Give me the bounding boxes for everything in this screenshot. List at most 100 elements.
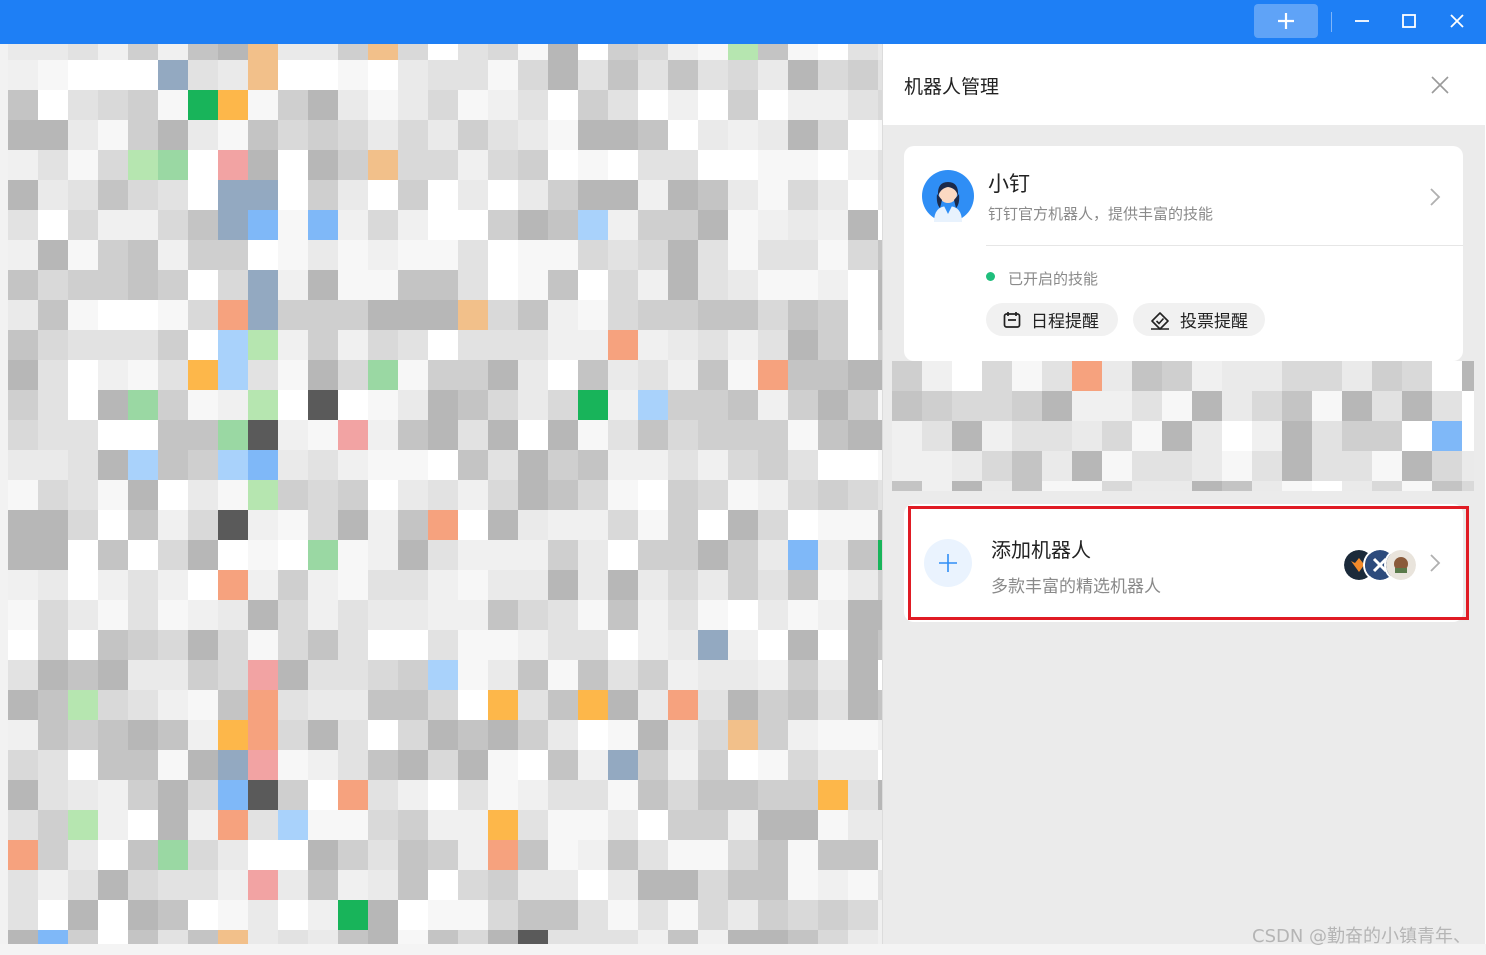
mosaic-block [1402,421,1432,451]
mosaic-block [848,480,878,510]
mosaic-block [488,660,518,690]
mosaic-block [608,390,638,420]
mosaic-block [218,150,248,180]
mosaic-block [278,510,308,540]
mosaic-block [338,480,368,510]
mosaic-block [338,90,368,120]
mosaic-block [158,780,188,810]
skill-chip-vote[interactable]: 投票提醒 [1133,303,1265,336]
mosaic-block [1252,421,1282,451]
minimize-button[interactable] [1344,4,1380,38]
mosaic-block [788,210,818,240]
close-icon[interactable] [1429,74,1451,96]
mosaic-block [952,481,982,491]
mosaic-block [818,840,848,870]
mosaic-block [1312,451,1342,481]
mosaic-block [308,390,338,420]
mosaic-block [68,90,98,120]
mosaic-block [518,270,548,300]
mosaic-block [788,720,818,750]
mosaic-block [248,120,278,150]
mosaic-block [758,90,788,120]
bot-card-xiaoding[interactable]: 小钉 钉钉官方机器人，提供丰富的技能 已开启的技能 日程提醒 投票提醒 [904,146,1463,361]
mosaic-block [638,780,668,810]
mosaic-block [578,90,608,120]
mosaic-block [518,750,548,780]
mosaic-block [818,660,848,690]
mosaic-block [278,300,308,330]
mosaic-block [98,510,128,540]
mosaic-block [1342,451,1372,481]
mosaic-block [728,750,758,780]
mosaic-block [488,870,518,900]
mosaic-block [1102,361,1132,391]
mosaic-block [788,510,818,540]
mosaic-block [1432,421,1462,451]
mosaic-block [788,390,818,420]
mosaic-block [698,240,728,270]
mosaic-block [698,570,728,600]
mosaic-block [608,420,638,450]
mosaic-block [98,480,128,510]
mosaic-block [218,840,248,870]
mosaic-block [128,120,158,150]
mosaic-block [8,570,38,600]
mosaic-block [128,510,158,540]
mosaic-block [728,720,758,750]
mosaic-block [728,840,758,870]
mosaic-block [278,810,308,840]
mosaic-block [338,180,368,210]
mosaic-block [668,720,698,750]
skill-chip-schedule[interactable]: 日程提醒 [986,303,1118,336]
mosaic-block [578,600,608,630]
mosaic-block [38,810,68,840]
mosaic-block [368,720,398,750]
mosaic-block [398,630,428,660]
mosaic-block [38,510,68,540]
mosaic-block [1192,391,1222,421]
mosaic-block [758,300,788,330]
mosaic-block [638,210,668,240]
mosaic-block [518,150,548,180]
mosaic-block [338,750,368,780]
mosaic-block [668,750,698,780]
mosaic-block [758,690,788,720]
mosaic-block [518,360,548,390]
mosaic-block [848,300,878,330]
mosaic-block [188,570,218,600]
mosaic-block [1012,391,1042,421]
mosaic-block [98,120,128,150]
mosaic-block [668,540,698,570]
maximize-button[interactable] [1391,4,1427,38]
mosaic-block [1462,421,1474,451]
mosaic-block [428,450,458,480]
plus-icon [939,554,957,572]
add-robot-card[interactable]: 添加机器人 多款丰富的精选机器人 [904,504,1463,622]
window-close-button[interactable] [1439,4,1475,38]
mosaic-block [578,810,608,840]
mosaic-block [188,630,218,660]
mosaic-block [1042,391,1072,421]
mosaic-block [398,180,428,210]
mosaic-block [488,180,518,210]
mosaic-block [8,630,38,660]
mosaic-block [728,120,758,150]
mosaic-block [458,270,488,300]
mosaic-block [278,480,308,510]
mosaic-block [248,180,278,210]
mosaic-block [578,240,608,270]
mosaic-block [728,300,758,330]
mosaic-block [218,300,248,330]
mosaic-block [758,900,788,930]
mosaic-block [38,840,68,870]
mosaic-block [248,300,278,330]
mosaic-block [158,450,188,480]
mosaic-block [458,210,488,240]
minimize-icon [1355,20,1369,22]
titlebar-add-button[interactable] [1254,4,1318,38]
mosaic-block [218,900,248,930]
mosaic-block [188,840,218,870]
mosaic-block [728,630,758,660]
mosaic-block [698,270,728,300]
mosaic-block [1132,391,1162,421]
